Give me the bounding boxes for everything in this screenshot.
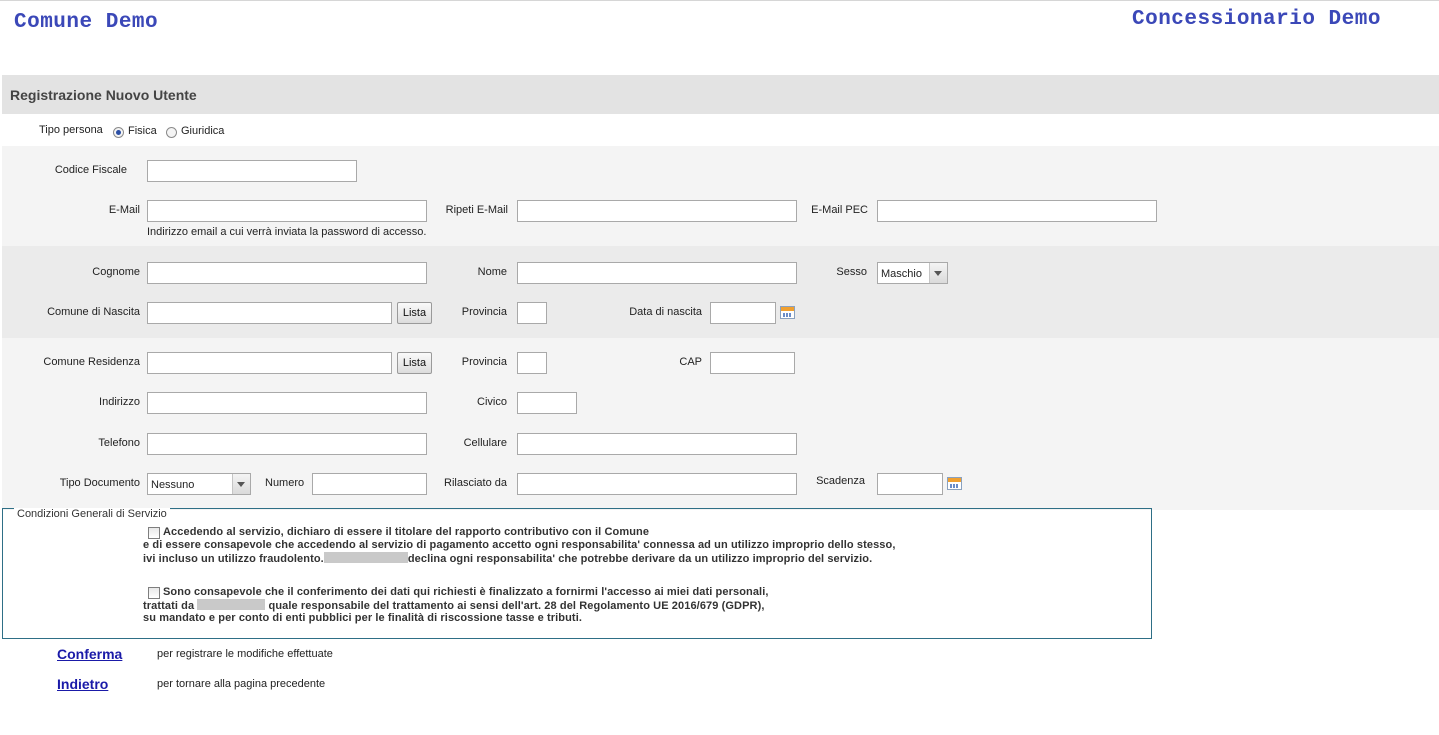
cap-input[interactable] [710,352,795,374]
section-anagrafica [2,246,1439,338]
nome-label: Nome [477,266,507,278]
rilasciato-da-input[interactable] [517,473,797,495]
chevron-down-icon [929,263,947,283]
top-border [0,0,1439,1]
provincia-residenza-label: Provincia [461,356,507,368]
comune-residenza-input[interactable] [147,352,392,374]
sesso-label: Sesso [836,266,867,278]
radio-giuridica-label[interactable]: Giuridica [181,125,224,137]
comune-title: Comune Demo [14,11,159,34]
indirizzo-label: Indirizzo [99,396,140,408]
numero-label: Numero [265,477,305,489]
nome-input[interactable] [517,262,797,284]
tipo-documento-value: Nessuno [151,479,195,491]
indietro-link[interactable]: Indietro [57,676,108,692]
sesso-value: Maschio [881,268,922,280]
condition-2-line-2: trattati da quale responsabile del tratt… [143,599,765,612]
condition-2-line-1: Sono consapevole che il conferimento dei… [163,586,769,598]
provincia-nascita-label: Provincia [461,306,507,318]
cellulare-input[interactable] [517,433,797,455]
ripeti-email-input[interactable] [517,200,797,222]
concessionario-title: Concessionario Demo [1132,8,1381,31]
condition-1-line-3b: declina ogni responsabilita' che potrebb… [407,553,873,565]
comune-residenza-label: Comune Residenza [43,356,140,368]
tipo-persona-label: Tipo persona [39,124,103,136]
radio-giuridica[interactable] [166,127,177,138]
cap-label: CAP [679,356,702,368]
codice-fiscale-label: Codice Fiscale [54,164,127,176]
condition-2-line-2b: quale responsabile del trattamento ai se… [268,600,765,612]
rilasciato-da-label: Rilasciato da [444,477,507,489]
telefono-input[interactable] [147,433,427,455]
radio-fisica[interactable] [113,127,124,138]
codice-fiscale-input[interactable] [147,160,357,182]
cognome-label: Cognome [92,266,140,278]
data-nascita-input[interactable] [710,302,776,324]
conditions-legend: Condizioni Generali di Servizio [14,508,170,520]
email-pec-input[interactable] [877,200,1157,222]
condition-2-line-2a: trattati da [143,600,195,612]
redacted-block [197,599,266,610]
calendar-icon[interactable] [780,306,795,319]
condition-1-line-3: ivi incluso un utilizzo fraudolento. decl… [143,552,872,565]
scadenza-input[interactable] [877,473,943,495]
condition-1-line-3a: ivi incluso un utilizzo fraudolento. [143,553,324,565]
email-hint: Indirizzo email a cui verrà inviata la p… [147,226,427,238]
cognome-input[interactable] [147,262,427,284]
numero-input[interactable] [312,473,427,495]
accept-conditions-checkbox-2[interactable] [148,587,160,599]
condition-1-line-2: e di essere consapevole che accedendo al… [143,539,896,551]
page-title: Registrazione Nuovo Utente [10,87,197,103]
scadenza-label: Scadenza [816,475,865,487]
accept-conditions-checkbox-1[interactable] [148,527,160,539]
tipo-documento-label: Tipo Documento [59,477,140,489]
civico-input[interactable] [517,392,577,414]
civico-label: Civico [477,396,507,408]
provincia-nascita-input[interactable] [517,302,547,324]
email-input[interactable] [147,200,427,222]
comune-nascita-input[interactable] [147,302,392,324]
calendar-icon[interactable] [947,477,962,490]
telefono-label: Telefono [98,437,140,449]
ripeti-email-label: Ripeti E-Mail [445,204,508,216]
page-title-bar: Registrazione Nuovo Utente [2,75,1439,114]
cellulare-label: Cellulare [463,437,507,449]
indirizzo-input[interactable] [147,392,427,414]
redacted-block [323,552,408,563]
comune-nascita-label: Comune di Nascita [47,306,140,318]
data-nascita-label: Data di nascita [629,306,702,318]
email-pec-label: E-Mail PEC [811,204,868,216]
conferma-hint: per registrare le modifiche effettuate [157,648,333,660]
sesso-select[interactable]: Maschio [877,262,948,284]
provincia-residenza-input[interactable] [517,352,547,374]
tipo-documento-select[interactable]: Nessuno [147,473,251,495]
email-label: E-Mail [108,204,140,216]
conferma-link[interactable]: Conferma [57,646,122,662]
condition-1-line-1: Accedendo al servizio, dichiaro di esser… [163,526,650,538]
chevron-down-icon [232,474,250,494]
radio-fisica-label[interactable]: Fisica [128,125,157,137]
condition-2-line-3: su mandato e per conto di enti pubblici … [143,612,583,624]
indietro-hint: per tornare alla pagina precedente [157,678,326,690]
